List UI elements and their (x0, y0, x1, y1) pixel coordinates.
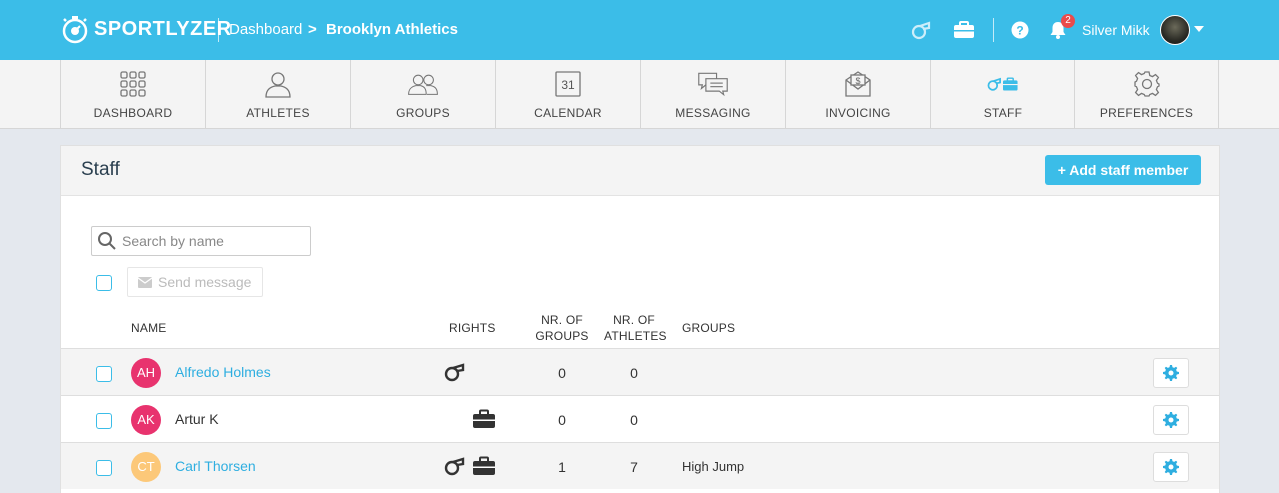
breadcrumb-dashboard[interactable]: Dashboard (229, 21, 302, 38)
briefcase-icon (473, 456, 495, 475)
nav-label: PREFERENCES (1099, 106, 1194, 120)
avatar: AH (131, 358, 161, 388)
whistle-icon (444, 457, 465, 476)
column-header-nr-groups: NR. OF GROUPS (535, 312, 589, 344)
logo[interactable]: SPORTLYZER (60, 14, 232, 44)
nav-label: DASHBOARD (93, 106, 173, 120)
whistle-icon (444, 363, 465, 382)
search-icon (92, 227, 122, 255)
stopwatch-logo-icon (62, 16, 88, 44)
nav-label: MESSAGING (675, 106, 751, 120)
chat-icon (697, 70, 729, 98)
briefcase-icon (473, 409, 495, 428)
divider (993, 18, 994, 42)
groups-cell: High Jump (682, 459, 745, 474)
staff-name-link[interactable]: Alfredo Holmes (175, 364, 271, 380)
nav-preferences[interactable]: PREFERENCES (1074, 60, 1219, 129)
gear-icon (1163, 365, 1179, 381)
nav-athletes[interactable]: ATHLETES (205, 60, 350, 129)
whistle-icon[interactable] (909, 18, 933, 42)
nav-label: STAFF (983, 106, 1023, 120)
avatar: AK (131, 405, 161, 435)
breadcrumb-separator: > (308, 21, 317, 38)
nav-label: CALENDAR (534, 106, 602, 120)
row-checkbox[interactable] (96, 460, 112, 476)
column-header-nr-athletes: NR. OF ATHLETES (604, 312, 667, 344)
settings-button[interactable] (1153, 405, 1189, 435)
search-box[interactable] (91, 226, 311, 256)
help-icon[interactable]: ? (1008, 18, 1032, 42)
column-header-name: NAME (131, 321, 167, 335)
gear-icon (1163, 412, 1179, 428)
page-title: Staff (81, 159, 120, 180)
nav-dashboard[interactable]: DASHBOARD (60, 60, 205, 129)
nav-label: GROUPS (396, 106, 450, 120)
nav-staff[interactable]: STAFF (930, 60, 1075, 129)
row-checkbox[interactable] (96, 366, 112, 382)
top-bar: SPORTLYZER Dashboard > Brooklyn Athletic… (0, 0, 1279, 60)
table-row: AH Alfredo Holmes 0 0 (61, 348, 1219, 395)
svg-text:?: ? (1016, 24, 1023, 38)
grid-icon (117, 70, 149, 98)
plus-icon: + (1057, 162, 1070, 178)
nr-athletes: 7 (630, 459, 638, 475)
user-avatar[interactable] (1160, 15, 1190, 45)
column-header-rights: RIGHTS (449, 321, 496, 335)
user-name[interactable]: Silver Mikk (1082, 22, 1150, 38)
nav-messaging[interactable]: MESSAGING (640, 60, 785, 129)
coach-briefcase-icon (987, 70, 1019, 98)
nav-groups[interactable]: GROUPS (350, 60, 495, 129)
column-header-groups: GROUPS (682, 321, 736, 335)
column-header-line: NR. OF (541, 313, 583, 327)
settings-button[interactable] (1153, 358, 1189, 388)
avatar: CT (131, 452, 161, 482)
calendar-day: 31 (561, 78, 575, 92)
divider (218, 18, 219, 42)
calendar-icon: 31 (552, 70, 584, 98)
send-message-label: Send message (158, 274, 252, 290)
add-staff-button[interactable]: + Add staff member (1045, 155, 1201, 185)
staff-name[interactable]: Artur K (175, 411, 219, 427)
people-icon (407, 70, 439, 98)
column-header-line: NR. OF (613, 313, 655, 327)
logo-text: SPORTLYZER (94, 17, 232, 40)
column-header-line: ATHLETES (604, 329, 667, 343)
briefcase-icon[interactable] (952, 18, 976, 42)
main-nav: DASHBOARD ATHLETES GROUPS 31 CALENDAR ME… (0, 60, 1279, 129)
gear-icon (1163, 459, 1179, 475)
nav-label: INVOICING (825, 106, 891, 120)
column-header-line: GROUPS (535, 329, 589, 343)
notification-badge: 2 (1061, 14, 1075, 28)
nav-calendar[interactable]: 31 CALENDAR (495, 60, 640, 129)
select-all-checkbox[interactable] (96, 275, 112, 291)
nr-groups: 1 (558, 459, 566, 475)
breadcrumb-current: Brooklyn Athletics (326, 21, 458, 38)
staff-name-link[interactable]: Carl Thorsen (175, 458, 256, 474)
row-checkbox[interactable] (96, 413, 112, 429)
staff-panel: Staff + Add staff member Send message NA… (60, 145, 1220, 493)
nav-label: ATHLETES (246, 106, 310, 120)
table-row: AK Artur K 0 0 (61, 395, 1219, 442)
settings-button[interactable] (1153, 452, 1189, 482)
envelope-icon (138, 276, 152, 288)
person-icon (262, 70, 294, 98)
nr-groups: 0 (558, 412, 566, 428)
svg-text:$: $ (855, 76, 860, 86)
nr-athletes: 0 (630, 365, 638, 381)
gear-icon (1131, 70, 1163, 98)
panel-header: Staff + Add staff member (61, 146, 1219, 196)
invoice-icon: $ (842, 70, 874, 98)
chevron-down-icon[interactable] (1194, 26, 1204, 32)
search-input[interactable] (122, 233, 302, 249)
nav-invoicing[interactable]: $ INVOICING (785, 60, 930, 129)
nr-athletes: 0 (630, 412, 638, 428)
add-staff-label: Add staff member (1069, 162, 1189, 178)
table-row: CT Carl Thorsen 1 7 High Jump (61, 442, 1219, 489)
nr-groups: 0 (558, 365, 566, 381)
send-message-button[interactable]: Send message (127, 267, 263, 297)
